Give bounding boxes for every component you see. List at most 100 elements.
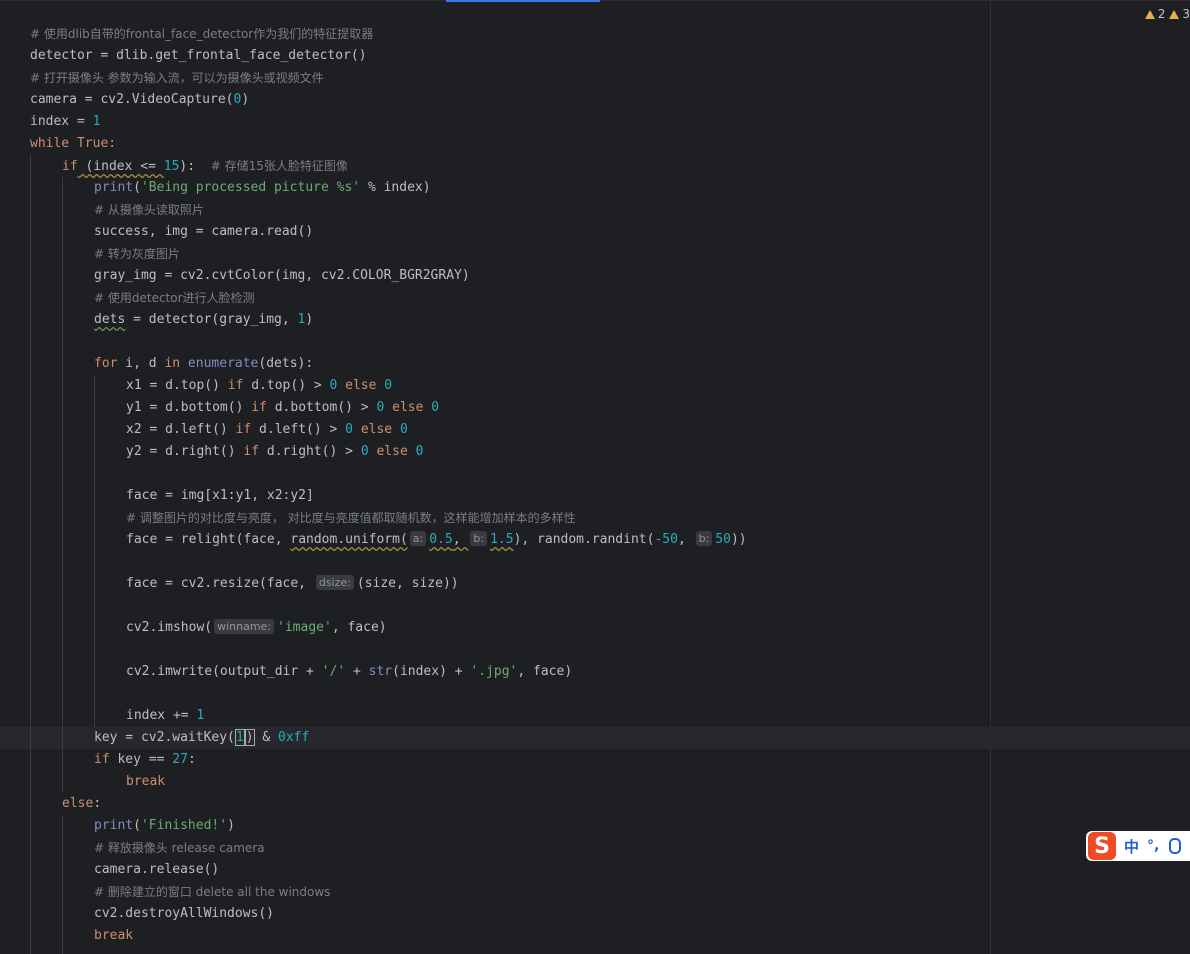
code-text: % index) bbox=[360, 180, 431, 195]
code-line-24[interactable]: face = relight(face, random.uniform(a: 0.… bbox=[126, 529, 747, 551]
string-literal: 'Finished!' bbox=[140, 818, 228, 833]
code-line-9[interactable]: # 从摄像头读取照片 bbox=[94, 199, 204, 221]
number-literal: 27 bbox=[172, 752, 188, 767]
code-line-41[interactable]: cv2.destroyAllWindows() bbox=[94, 903, 274, 925]
code-line-30[interactable]: cv2.imwrite(output_dir + '/' + str(index… bbox=[126, 661, 572, 683]
comment: # 转为灰度图片 bbox=[94, 247, 180, 261]
microphone-icon[interactable] bbox=[1169, 838, 1182, 854]
keyword: if bbox=[243, 444, 260, 459]
comment: # 存储15张人脸特征图像 bbox=[210, 159, 348, 173]
code-line-18[interactable]: y1 = d.bottom() if d.bottom() > 0 else 0 bbox=[126, 397, 439, 419]
code-text: ) bbox=[227, 818, 235, 833]
weak-warning-count[interactable]: 3 bbox=[1169, 7, 1190, 21]
code-line-40[interactable]: # 删除建立的窗口 delete all the windows bbox=[94, 881, 330, 903]
indent-guide bbox=[30, 155, 31, 954]
code-text: = detector(gray_img, bbox=[125, 312, 298, 327]
code-line-32[interactable]: index += 1 bbox=[126, 705, 204, 727]
code-text: i, d bbox=[117, 356, 165, 371]
ime-logo-letter: S bbox=[1094, 833, 1110, 859]
code-line-2[interactable]: detector = dlib.get_frontal_face_detecto… bbox=[30, 45, 367, 67]
code-line-14[interactable]: dets = detector(gray_img, 1) bbox=[94, 309, 313, 331]
code-text: (dets): bbox=[258, 356, 314, 371]
code-line-36[interactable]: else: bbox=[62, 793, 101, 815]
code-line-26[interactable]: face = cv2.resize(face, dsize: (size, siz… bbox=[126, 573, 459, 595]
code-line-37[interactable]: print('Finished!') bbox=[94, 815, 235, 837]
ime-toolbar[interactable]: S 中 °, bbox=[1086, 831, 1190, 861]
code-line-4[interactable]: camera = cv2.VideoCapture(0) bbox=[30, 89, 249, 111]
code-line-39[interactable]: camera.release() bbox=[94, 859, 219, 881]
warning-count-value: 2 bbox=[1157, 7, 1166, 21]
number-literal: 0 bbox=[431, 400, 440, 415]
string-literal: 'Being processed picture %s' bbox=[140, 180, 361, 195]
code-line-3[interactable]: # 打开摄像头 参数为输入流，可以为摄像头或视频文件 bbox=[30, 67, 324, 89]
number-literal: 0 bbox=[329, 378, 338, 393]
code-text: , face) bbox=[331, 620, 387, 635]
code-text: (index) + bbox=[392, 664, 471, 679]
string-literal: 'image' bbox=[277, 620, 332, 635]
code-text: + bbox=[345, 664, 369, 679]
code-line-13[interactable]: # 使用detector进行人脸检测 bbox=[94, 287, 255, 309]
code-line-6[interactable]: while True: bbox=[30, 133, 116, 155]
ime-punctuation-toggle[interactable]: °, bbox=[1147, 838, 1159, 854]
keyword: if bbox=[227, 378, 244, 393]
code-text: camera.release() bbox=[94, 862, 220, 877]
code-text: ( bbox=[133, 818, 141, 833]
code-line-42[interactable]: break bbox=[94, 925, 133, 947]
code-text: )) bbox=[730, 532, 747, 547]
code-text: x1 = d.top() bbox=[126, 378, 228, 393]
code-line-23[interactable]: # 调整图片的对比度与亮度， 对比度与亮度值都取随机数，这样能增加样本的多样性 bbox=[126, 507, 576, 529]
code-line-35[interactable]: break bbox=[126, 771, 165, 793]
code-line-34[interactable]: if key == 27: bbox=[94, 749, 196, 771]
code-text: & bbox=[254, 730, 279, 745]
warning-icon bbox=[1169, 9, 1180, 19]
code-text: : bbox=[93, 796, 102, 811]
code-line-11[interactable]: # 转为灰度图片 bbox=[94, 243, 180, 265]
code-line-7[interactable]: if (index <= 15): # 存储15张人脸特征图像 bbox=[62, 155, 348, 177]
code-line-17[interactable]: x1 = d.top() if d.top() > 0 else 0 bbox=[126, 375, 392, 397]
code-text: y1 = d.bottom() bbox=[126, 400, 252, 415]
number-literal: 50 bbox=[715, 532, 731, 547]
right-margin-guide bbox=[990, 0, 991, 954]
code-text: success, img = camera.read() bbox=[94, 224, 314, 239]
number-literal: 1.5 bbox=[490, 532, 514, 547]
code-line-38[interactable]: # 释放摄像头 release camera bbox=[94, 837, 265, 859]
code-text: camera = cv2.VideoCapture( bbox=[30, 92, 234, 107]
inspection-widget[interactable]: 2 3 bbox=[1144, 6, 1190, 22]
code-line-16[interactable]: for i, d in enumerate(dets): bbox=[94, 353, 313, 375]
number-literal: 0 bbox=[399, 422, 408, 437]
code-text: ) bbox=[241, 92, 250, 107]
warning-icon bbox=[1144, 9, 1155, 19]
comment: # 打开摄像头 参数为输入流，可以为摄像头或视频文件 bbox=[30, 71, 324, 85]
keyword: if bbox=[94, 752, 110, 767]
ime-language-toggle[interactable]: 中 bbox=[1124, 836, 1139, 857]
code-line-5[interactable]: index = 1 bbox=[30, 111, 100, 133]
code-text: gray_img = cv2.cvtColor(img, cv2.COLOR_B… bbox=[94, 268, 470, 283]
code-text: cv2.imshow( bbox=[126, 620, 213, 635]
variable: dets bbox=[94, 312, 126, 327]
code-line-12[interactable]: gray_img = cv2.cvtColor(img, cv2.COLOR_B… bbox=[94, 265, 470, 287]
code-line-33-current[interactable]: key = cv2.waitKey(1) & 0xff bbox=[94, 727, 309, 749]
code-line-28[interactable]: cv2.imshow(winname:'image', face) bbox=[126, 617, 387, 639]
code-editor[interactable]: 2 3 # 使用dlib自带的frontal_face_detector作为我们… bbox=[0, 0, 1190, 954]
code-line-1[interactable]: # 使用dlib自带的frontal_face_detector作为我们的特征提… bbox=[30, 23, 373, 45]
keyword: else bbox=[392, 400, 424, 415]
weak-warning-count-value: 3 bbox=[1182, 7, 1190, 21]
code-text: d.top() > bbox=[243, 378, 330, 393]
code-line-19[interactable]: x2 = d.left() if d.left() > 0 else 0 bbox=[126, 419, 408, 441]
keyword: if bbox=[235, 422, 252, 437]
code-line-10[interactable]: success, img = camera.read() bbox=[94, 221, 313, 243]
parameter-hint: dsize: bbox=[315, 575, 354, 590]
parameter-hint: winname: bbox=[214, 619, 275, 634]
warning-count[interactable]: 2 bbox=[1144, 7, 1166, 21]
code-line-20[interactable]: y2 = d.right() if d.right() > 0 else 0 bbox=[126, 441, 423, 463]
code-line-8[interactable]: print('Being processed picture %s' % ind… bbox=[94, 177, 431, 199]
code-text: ), random.randint( bbox=[513, 532, 655, 547]
code-line-22[interactable]: face = img[x1:y1, x2:y2] bbox=[126, 485, 314, 507]
code-text: (index <= bbox=[77, 159, 164, 174]
sogou-logo-icon[interactable]: S bbox=[1088, 832, 1116, 860]
matched-paren: ) bbox=[244, 729, 255, 746]
keyword: break bbox=[94, 928, 134, 943]
builtin-function: print bbox=[94, 180, 134, 195]
code-text: cv2.destroyAllWindows() bbox=[94, 906, 275, 921]
indent-guide bbox=[62, 177, 63, 793]
